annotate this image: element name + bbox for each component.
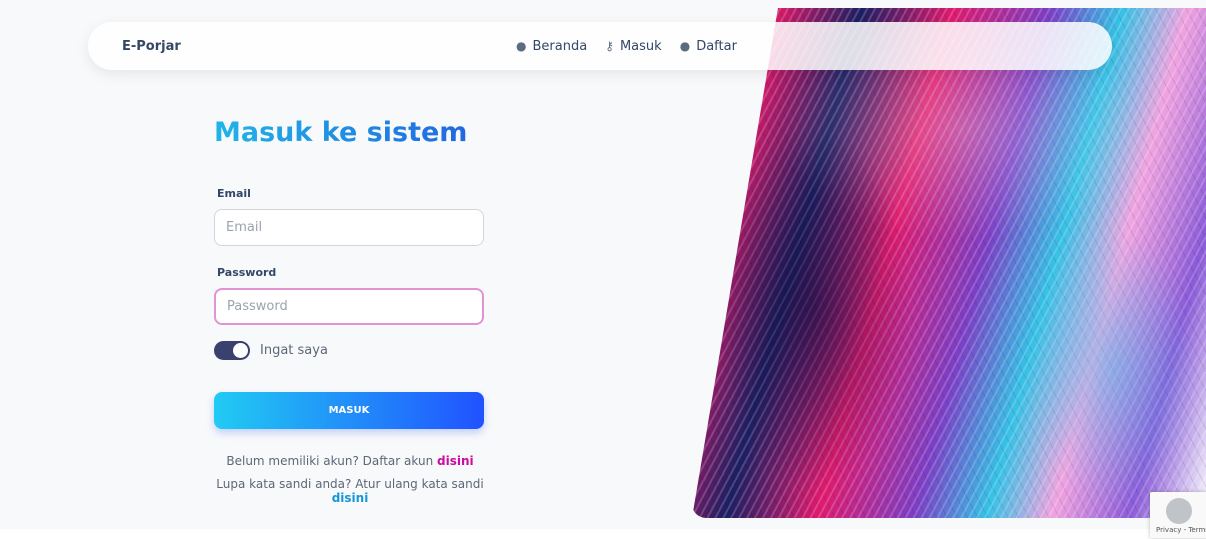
recaptcha-icon <box>1166 498 1192 524</box>
password-input[interactable] <box>214 288 484 325</box>
email-input[interactable] <box>214 209 484 246</box>
register-line: Belum memiliki akun? Daftar akun disini <box>200 454 500 468</box>
nav-link-masuk[interactable]: ⚷ Masuk <box>605 39 662 54</box>
submit-button[interactable]: MASUK <box>214 392 484 429</box>
nav-links: ● Beranda ⚷ Masuk ● Daftar <box>516 39 737 54</box>
brand-logo[interactable]: E-Porjar <box>122 39 181 54</box>
recaptcha-text[interactable]: Privacy - Terms <box>1156 526 1206 534</box>
page-title: Masuk ke sistem <box>214 117 468 148</box>
recaptcha-badge[interactable]: Privacy - Terms <box>1150 492 1206 538</box>
key-icon: ⚷ <box>605 39 614 53</box>
remember-toggle[interactable] <box>214 341 250 360</box>
reset-password-link[interactable]: disini <box>332 491 369 505</box>
reset-password-line: Lupa kata sandi anda? Atur ulang kata sa… <box>200 477 500 505</box>
remember-label: Ingat saya <box>260 343 328 358</box>
page-bottom-strip <box>0 529 1206 539</box>
reset-text: Lupa kata sandi anda? Atur ulang kata sa… <box>216 477 484 491</box>
toggle-knob <box>233 343 248 358</box>
user-circle-icon: ● <box>679 39 691 53</box>
register-text: Belum memiliki akun? Daftar akun <box>226 454 437 468</box>
register-link[interactable]: disini <box>437 454 474 468</box>
decorative-background-image <box>692 8 1206 518</box>
nav-link-label: Beranda <box>532 38 588 54</box>
password-label: Password <box>217 266 277 279</box>
nav-link-label: Masuk <box>619 38 662 54</box>
email-label: Email <box>217 187 251 200</box>
nav-link-daftar[interactable]: ● Daftar <box>680 39 737 54</box>
navbar: E-Porjar ● Beranda ⚷ Masuk ● Daftar <box>88 22 1112 70</box>
nav-link-label: Daftar <box>696 38 737 54</box>
remember-me: Ingat saya <box>214 341 328 360</box>
user-circle-icon: ● <box>516 39 527 53</box>
nav-link-beranda[interactable]: ● Beranda <box>516 39 587 54</box>
